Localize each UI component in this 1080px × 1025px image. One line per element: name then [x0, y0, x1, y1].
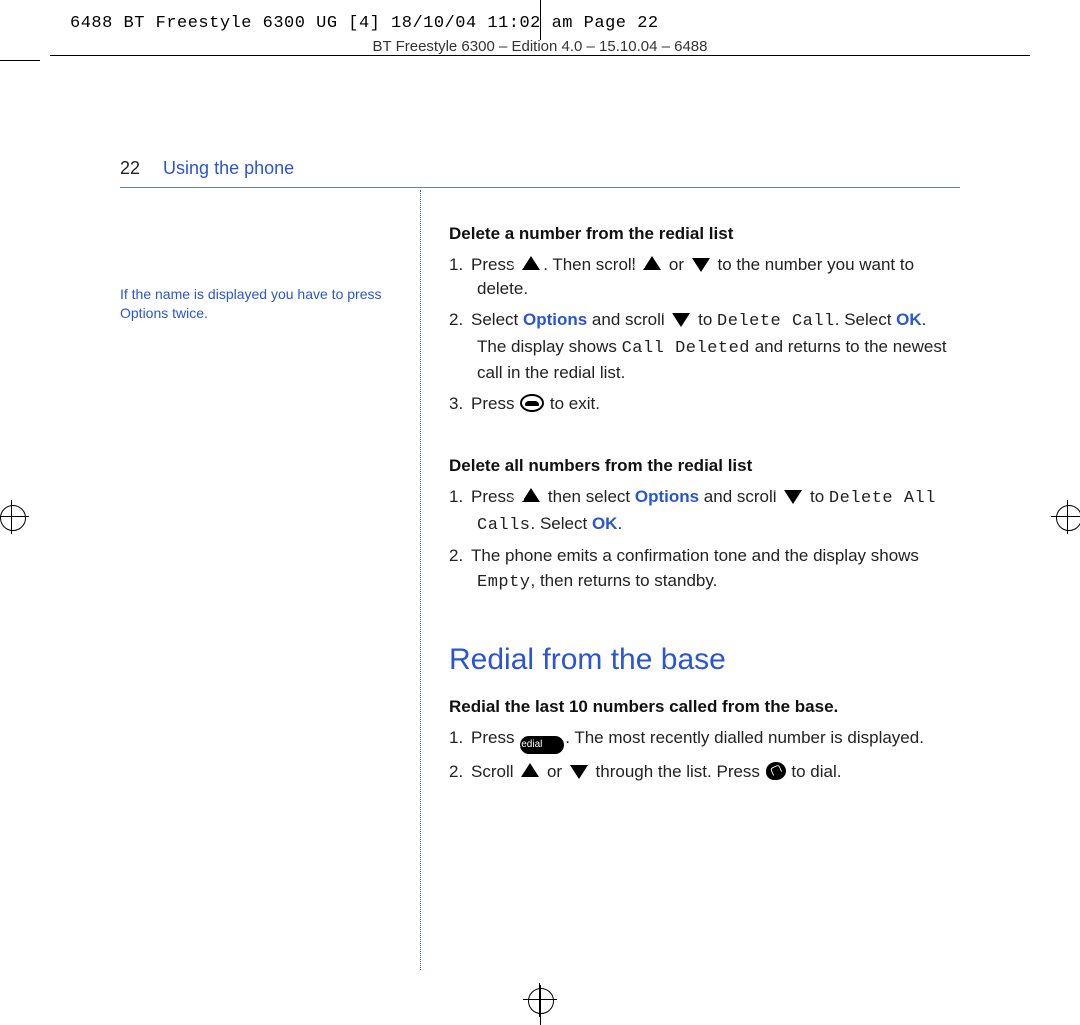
subheading-delete-one: Delete a number from the redial list: [449, 222, 960, 247]
calls-down-icon: [670, 310, 692, 328]
lcd-text: Call Deleted: [622, 339, 750, 358]
step: 1.Press then select Options and scroll t…: [449, 485, 960, 538]
step-number: 2.: [449, 544, 471, 569]
side-note-column: If the name is displayed you have to pre…: [120, 190, 420, 970]
step: 1.Press . Then scroll or to the number y…: [449, 253, 960, 302]
step-number: 3.: [449, 392, 471, 417]
lcd-text: Empty: [477, 573, 531, 592]
text: then select: [543, 487, 635, 506]
calls-down-icon: [782, 487, 804, 505]
subheading-delete-all: Delete all numbers from the redial list: [449, 454, 960, 479]
print-slug: 6488 BT Freestyle 6300 UG [4] 18/10/04 1…: [70, 12, 659, 37]
calls-down-icon: [690, 255, 712, 273]
step-number: 1.: [449, 253, 471, 278]
text: or: [542, 762, 567, 781]
hangup-icon: [520, 394, 544, 412]
step: 2.Select Options and scroll to Delete Ca…: [449, 308, 960, 386]
redial-up-icon: [641, 255, 663, 273]
step-number: 2.: [449, 308, 471, 333]
text: to exit.: [545, 394, 600, 413]
ui-term-ok: OK: [592, 514, 618, 533]
text: and scroll: [699, 487, 781, 506]
redial-up-icon: [520, 255, 542, 273]
text: Select: [471, 310, 523, 329]
text: The phone emits a confirmation tone and …: [471, 546, 919, 565]
section-title: Using the phone: [163, 158, 294, 178]
running-header: 22 Using the phone: [120, 155, 960, 188]
step: 2.Scroll or through the list. Press to d…: [449, 760, 960, 785]
side-note: If the name is displayed you have to pre…: [120, 285, 400, 323]
up-icon: [519, 762, 541, 780]
text: . Select: [835, 310, 896, 329]
step-number: 1.: [449, 485, 471, 510]
text: Press: [471, 728, 519, 747]
ui-term-options: Options: [523, 310, 587, 329]
down-icon: [568, 762, 590, 780]
lcd-text: Delete Call: [717, 312, 835, 331]
redial-up-icon: [520, 487, 542, 505]
text: to: [693, 310, 717, 329]
text: to: [805, 487, 829, 506]
text: Press: [471, 394, 519, 413]
text: .: [617, 514, 622, 533]
ui-term-ok: OK: [896, 310, 922, 329]
step-number: 1.: [449, 726, 471, 751]
text: . Select: [531, 514, 592, 533]
redial-button-icon: Redial: [520, 736, 564, 754]
heading-redial-base: Redial from the base: [449, 638, 960, 682]
text: . The most recently dialled number is di…: [565, 728, 924, 747]
text: . Then scroll: [543, 255, 640, 274]
text: through the list. Press: [591, 762, 765, 781]
text: , then returns to standby.: [531, 571, 718, 590]
step: 3.Press to exit.: [449, 392, 960, 417]
text: and scroll: [587, 310, 669, 329]
dial-icon: [766, 762, 786, 780]
step-number: 2.: [449, 760, 471, 785]
text: to dial.: [787, 762, 842, 781]
text: Scroll: [471, 762, 518, 781]
ui-term-options: Options: [635, 487, 699, 506]
subheading-redial-last10: Redial the last 10 numbers called from t…: [449, 695, 960, 720]
page-number: 22: [120, 158, 140, 178]
step: 1.Press Redial. The most recently dialle…: [449, 726, 960, 754]
main-column: Delete a number from the redial list 1.P…: [421, 190, 960, 970]
step: 2.The phone emits a confirmation tone an…: [449, 544, 960, 595]
